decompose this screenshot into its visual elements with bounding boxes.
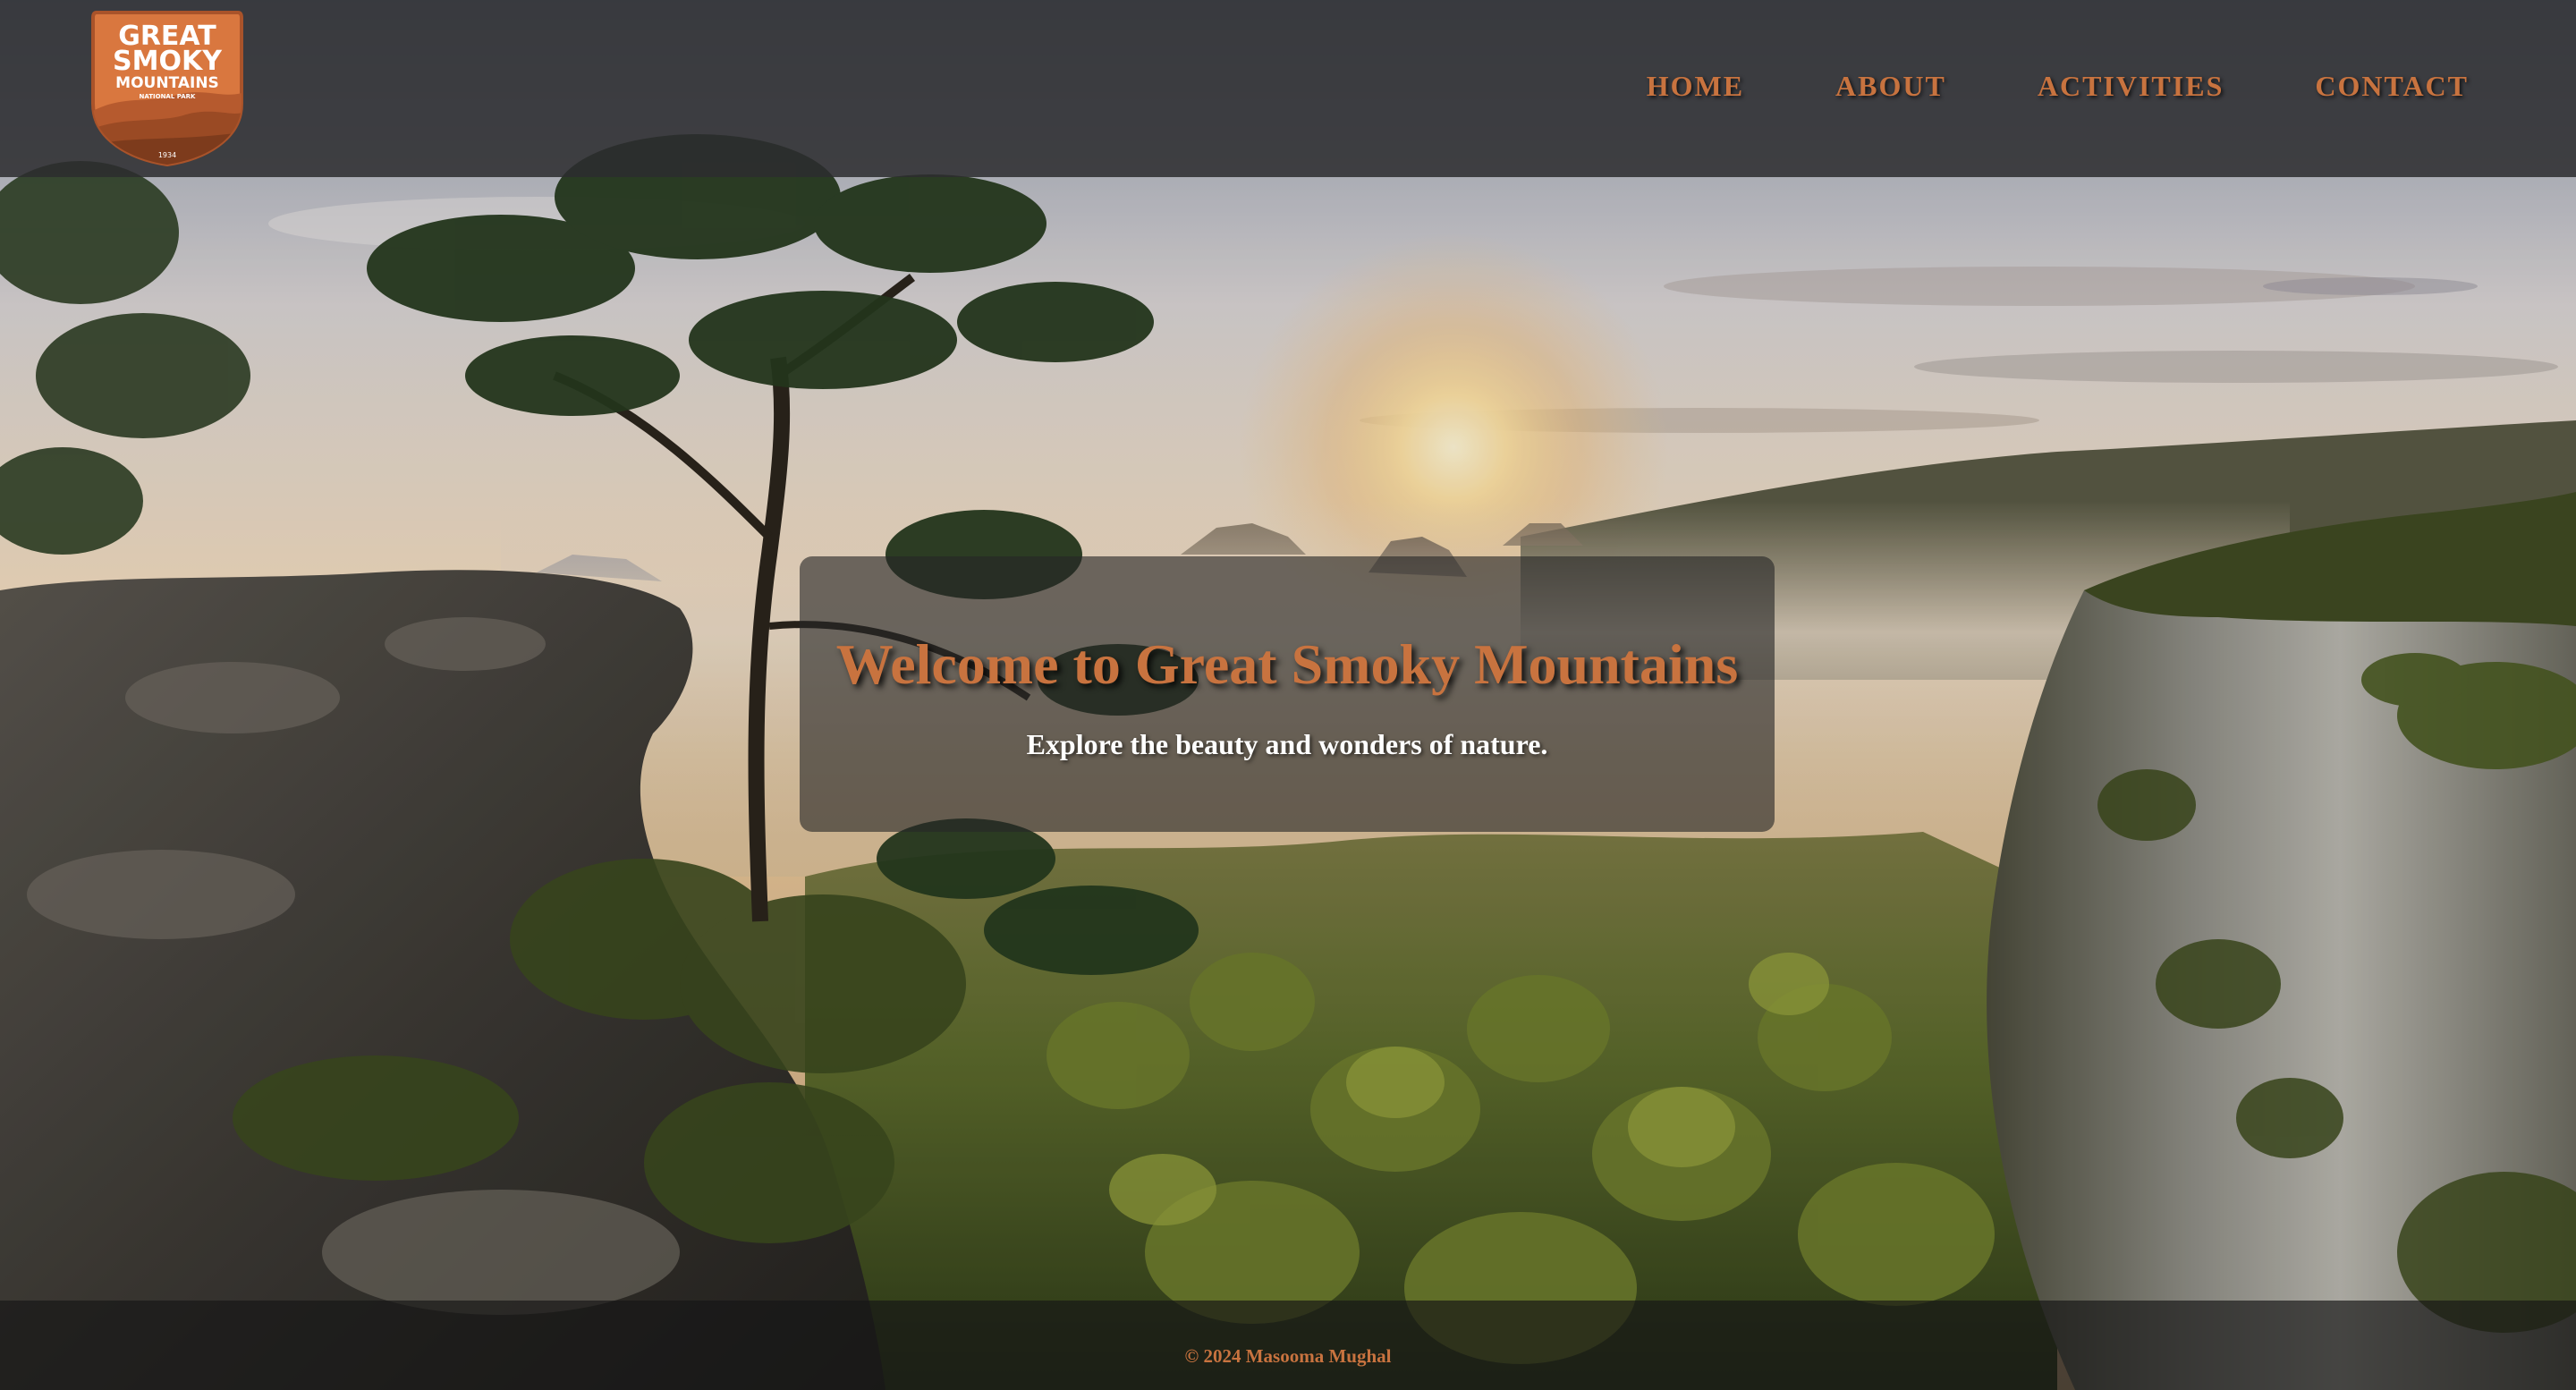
hero-subtitle: Explore the beauty and wonders of nature… bbox=[1026, 728, 1548, 761]
hero-title: Welcome to Great Smoky Mountains bbox=[835, 632, 1739, 696]
nav-item-activities: ACTIVITIES bbox=[2038, 70, 2224, 103]
nav-link-home[interactable]: HOME bbox=[1647, 70, 1744, 103]
nav-item-contact: CONTACT bbox=[2315, 70, 2469, 103]
footer-copyright: © 2024 Masooma Mughal bbox=[1184, 1345, 1392, 1367]
nav-link-about[interactable]: ABOUT bbox=[1835, 70, 1946, 103]
page: GREAT SMOKY MOUNTAINS NATIONAL PARK 1934… bbox=[0, 0, 2576, 1390]
nav-item-about: ABOUT bbox=[1835, 70, 1946, 103]
logo-line2: SMOKY bbox=[113, 46, 223, 77]
park-badge-icon: GREAT SMOKY MOUNTAINS NATIONAL PARK 1934 bbox=[91, 11, 243, 167]
logo-year: 1934 bbox=[158, 151, 176, 159]
logo-line3: MOUNTAINS bbox=[115, 74, 219, 92]
site-header: GREAT SMOKY MOUNTAINS NATIONAL PARK 1934… bbox=[0, 0, 2576, 177]
hero-box: Welcome to Great Smoky Mountains Explore… bbox=[800, 556, 1775, 832]
nav-item-home: HOME bbox=[1647, 70, 1744, 103]
logo-subtitle: NATIONAL PARK bbox=[140, 93, 197, 100]
main-nav: HOME ABOUT ACTIVITIES CONTACT bbox=[1647, 70, 2469, 103]
nav-link-activities[interactable]: ACTIVITIES bbox=[2038, 70, 2224, 103]
nav-link-contact[interactable]: CONTACT bbox=[2315, 70, 2469, 103]
site-footer: © 2024 Masooma Mughal bbox=[0, 1301, 2576, 1390]
park-logo[interactable]: GREAT SMOKY MOUNTAINS NATIONAL PARK 1934 bbox=[88, 5, 247, 167]
